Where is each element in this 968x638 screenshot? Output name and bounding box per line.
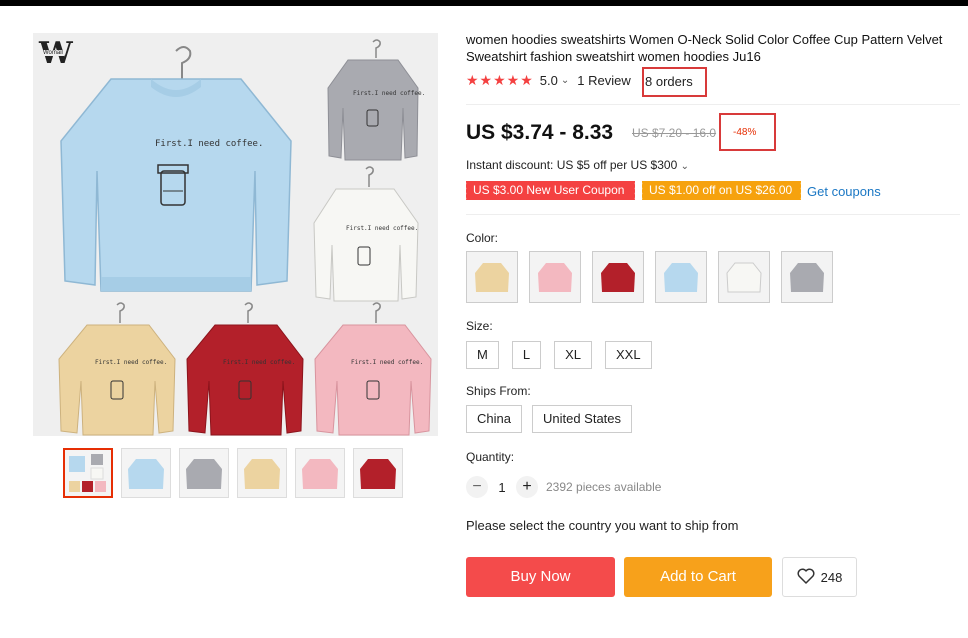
quantity-label: Quantity: — [466, 450, 515, 464]
color-swatches — [466, 251, 833, 303]
size-option-xl[interactable]: XL — [554, 341, 592, 369]
order-count: 8 orders — [645, 74, 693, 89]
top-border — [0, 0, 968, 6]
size-option-l[interactable]: L — [511, 341, 542, 369]
wishlist-button[interactable]: 248 — [782, 557, 857, 597]
wishlist-count: 248 — [820, 569, 843, 585]
size-option-xxl[interactable]: XXL — [604, 341, 652, 369]
heart-icon — [797, 568, 815, 587]
quantity-value[interactable]: 1 — [488, 480, 516, 495]
sweatshirt-blue-large: First.I need coffee. — [51, 41, 301, 306]
ship-option-united-states[interactable]: United States — [531, 405, 633, 433]
sweatshirt-red: First.I need coffee. — [183, 301, 308, 436]
thumbnail-pink[interactable] — [295, 448, 345, 498]
color-swatch-yellow[interactable] — [466, 251, 518, 303]
rating-value[interactable]: 5.0 — [540, 73, 558, 88]
chevron-down-icon[interactable]: ⌄ — [561, 75, 569, 86]
star-rating-icon: ★★★★★ — [466, 72, 534, 88]
stock-available: 2392 pieces available — [546, 480, 662, 494]
quantity-increase-button[interactable]: + — [516, 476, 538, 498]
thumbnail-blue[interactable] — [121, 448, 171, 498]
color-swatch-pink[interactable] — [529, 251, 581, 303]
new-user-coupon[interactable]: US $3.00 New User Coupon — [464, 181, 635, 200]
buy-now-button[interactable]: Buy Now — [466, 557, 615, 597]
size-option-m[interactable]: M — [466, 341, 499, 369]
ships-from-label: Ships From: — [466, 384, 531, 398]
add-to-cart-button[interactable]: Add to Cart — [624, 557, 772, 597]
chevron-down-icon: ⌄ — [680, 161, 689, 172]
instant-discount[interactable]: Instant discount: US $5 off per US $300 … — [466, 158, 689, 172]
divider — [466, 214, 960, 215]
size-label: Size: — [466, 319, 493, 333]
rating-row: ★★★★★ 5.0 ⌄ 1 Review — [466, 72, 631, 89]
thumbnail-yellow[interactable] — [237, 448, 287, 498]
review-count-link[interactable]: 1 Review — [577, 73, 630, 88]
get-coupons-link[interactable]: Get coupons — [807, 184, 881, 199]
original-price: US $7.20 - 16.0 — [632, 126, 717, 140]
color-label: Color: — [466, 231, 499, 245]
sweatshirt-pink: First.I need coffee. — [311, 301, 436, 436]
price-range: US $3.74 - 8.33 — [466, 121, 614, 144]
quantity-stepper: − 1 + 2392 pieces available — [466, 476, 661, 498]
thumbnail-red[interactable] — [353, 448, 403, 498]
color-swatch-blue[interactable] — [655, 251, 707, 303]
product-title: women hoodies sweatshirts Women O-Neck S… — [466, 32, 943, 64]
thumbnail-grey[interactable] — [179, 448, 229, 498]
thumbnail-strip — [63, 448, 403, 498]
ships-from-options: China United States — [466, 405, 633, 433]
product-main-image[interactable]: W Womail First.I need coffee. First.I ne… — [33, 33, 438, 436]
size-options: M L XL XXL — [466, 341, 652, 369]
shipping-notice: Please select the country you want to sh… — [466, 518, 739, 533]
store-coupon[interactable]: US $1.00 off on US $26.00 — [640, 181, 801, 200]
color-swatch-red[interactable] — [592, 251, 644, 303]
divider — [466, 104, 960, 105]
color-swatch-grey[interactable] — [781, 251, 833, 303]
sweatshirt-yellow: First.I need coffee. — [55, 301, 180, 436]
sweatshirt-white: First.I need coffee. — [308, 165, 423, 305]
discount-badge: -48% — [733, 127, 757, 138]
sweatshirt-grey: First.I need coffee. — [323, 38, 425, 163]
ship-option-china[interactable]: China — [466, 405, 522, 433]
quantity-decrease-button[interactable]: − — [466, 476, 488, 498]
color-swatch-white[interactable] — [718, 251, 770, 303]
thumbnail-all-colors[interactable] — [63, 448, 113, 498]
